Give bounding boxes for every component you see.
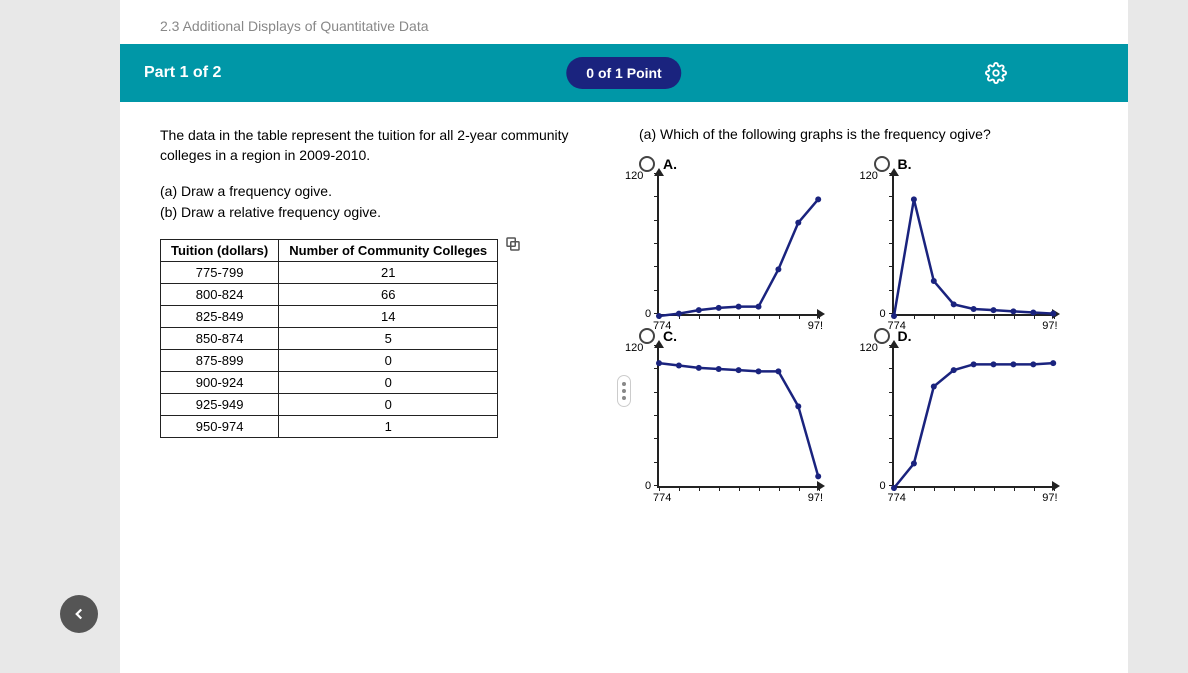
data-table: Tuition (dollars) Number of Community Co… — [160, 239, 498, 438]
y-min-label: 0 — [880, 308, 886, 320]
table-row: 825-84914 — [161, 306, 498, 328]
mini-chart-c: 120077497! — [657, 348, 817, 488]
cell-count: 66 — [279, 284, 498, 306]
table-row: 900-9240 — [161, 372, 498, 394]
col-header-tuition: Tuition (dollars) — [161, 240, 279, 262]
x-min-label: 774 — [653, 492, 671, 504]
y-max-label: 120 — [860, 342, 878, 354]
question-text: (a) Which of the following graphs is the… — [639, 126, 1088, 142]
subpart-b: (b) Draw a relative frequency ogive. — [160, 202, 609, 223]
option-label: B. — [898, 156, 912, 172]
x-min-label: 774 — [888, 492, 906, 504]
option-a: A. 120077497! — [639, 156, 854, 316]
mini-chart-b: 120077497! — [892, 176, 1052, 316]
table-row: 850-8745 — [161, 328, 498, 350]
page: 2.3 Additional Displays of Quantitative … — [120, 0, 1128, 673]
cell-range: 950-974 — [161, 416, 279, 438]
cell-range: 925-949 — [161, 394, 279, 416]
option-c: C. 120077497! — [639, 328, 854, 488]
option-d: D. 120077497! — [874, 328, 1089, 488]
points-pill: 0 of 1 Point — [566, 57, 681, 89]
options-grid: A. 120077497! B. 120077497! C. 120077497! D. 12… — [639, 156, 1088, 488]
y-max-label: 120 — [860, 170, 878, 182]
y-min-label: 0 — [880, 480, 886, 492]
cell-count: 0 — [279, 350, 498, 372]
left-panel: The data in the table represent the tuit… — [160, 126, 609, 655]
intro-text: The data in the table represent the tuit… — [160, 126, 609, 165]
section-title: 2.3 Additional Displays of Quantitative … — [120, 0, 1128, 44]
gear-icon[interactable] — [984, 61, 1008, 85]
cell-range: 850-874 — [161, 328, 279, 350]
table-row: 875-8990 — [161, 350, 498, 372]
content: The data in the table represent the tuit… — [120, 102, 1128, 665]
cell-count: 14 — [279, 306, 498, 328]
right-panel: (a) Which of the following graphs is the… — [639, 126, 1088, 655]
y-min-label: 0 — [645, 308, 651, 320]
subparts: (a) Draw a frequency ogive. (b) Draw a r… — [160, 181, 609, 223]
option-label: A. — [663, 156, 677, 172]
back-button[interactable] — [60, 595, 98, 633]
table-row: 950-9741 — [161, 416, 498, 438]
mini-chart-a: 120077497! — [657, 176, 817, 316]
cell-count: 0 — [279, 394, 498, 416]
cell-count: 21 — [279, 262, 498, 284]
cell-count: 5 — [279, 328, 498, 350]
y-max-label: 120 — [625, 170, 643, 182]
option-b: B. 120077497! — [874, 156, 1089, 316]
cell-range: 775-799 — [161, 262, 279, 284]
question-banner: Part 1 of 2 0 of 1 Point — [120, 44, 1128, 102]
copy-icon[interactable] — [504, 235, 522, 253]
option-label: C. — [663, 328, 677, 344]
table-row: 925-9490 — [161, 394, 498, 416]
cell-range: 875-899 — [161, 350, 279, 372]
table-row: 775-79921 — [161, 262, 498, 284]
panel-drag-handle[interactable] — [617, 375, 631, 407]
cell-range: 900-924 — [161, 372, 279, 394]
y-min-label: 0 — [645, 480, 651, 492]
part-label: Part 1 of 2 — [144, 64, 221, 82]
col-header-count: Number of Community Colleges — [279, 240, 498, 262]
cell-range: 800-824 — [161, 284, 279, 306]
option-label: D. — [898, 328, 912, 344]
subpart-a: (a) Draw a frequency ogive. — [160, 181, 609, 202]
cell-range: 825-849 — [161, 306, 279, 328]
y-max-label: 120 — [625, 342, 643, 354]
mini-chart-d: 120077497! — [892, 348, 1052, 488]
cell-count: 0 — [279, 372, 498, 394]
table-row: 800-82466 — [161, 284, 498, 306]
x-max-label: 97! — [808, 492, 823, 504]
x-max-label: 97! — [1042, 492, 1057, 504]
cell-count: 1 — [279, 416, 498, 438]
